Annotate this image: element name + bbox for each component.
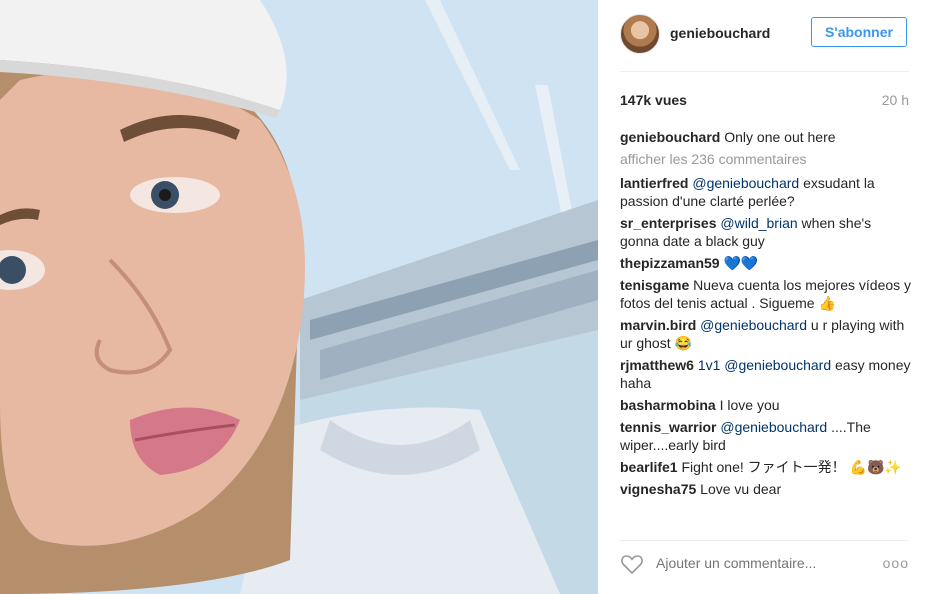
comment-item: basharmobina I love you	[620, 396, 912, 414]
comment-item: sr_enterprises @wild_brian when she's go…	[620, 214, 912, 250]
comment-username[interactable]: lantierfred	[620, 175, 688, 191]
more-options-icon[interactable]: ooo	[883, 555, 909, 571]
video-frame	[0, 0, 598, 594]
caption: geniebouchard Only one out here	[620, 128, 912, 146]
load-more-comments-link[interactable]: afficher les 236 commentaires	[620, 150, 912, 168]
comment-item: lantierfred @geniebouchard exsudant la p…	[620, 174, 912, 210]
comment-item: rjmatthew6 1v1 @geniebouchard easy money…	[620, 356, 912, 392]
post-details-panel: geniebouchard S'abonner 147k vues 20 h g…	[598, 0, 933, 594]
comment-username[interactable]: marvin.bird	[620, 317, 696, 333]
comment-item: thepizzaman59 💙💙	[620, 254, 912, 272]
comment-username[interactable]: thepizzaman59	[620, 255, 720, 271]
comment-username[interactable]: tennis_warrior	[620, 419, 716, 435]
comment-username[interactable]: bearlife1	[620, 459, 678, 475]
comment-mention[interactable]: @geniebouchard	[692, 175, 799, 191]
comment-item: bearlife1 Fight one! ファイト一発！ 💪🐻✨	[620, 458, 912, 476]
comment-text: I love you	[719, 397, 780, 413]
comment-mention[interactable]: @geniebouchard	[700, 317, 807, 333]
caption-username[interactable]: geniebouchard	[620, 129, 720, 145]
post-video[interactable]	[0, 0, 598, 594]
comment-text: Fight one! ファイト一発！ 💪🐻✨	[681, 459, 902, 475]
comment-item: tennis_warrior @geniebouchard ....The wi…	[620, 418, 912, 454]
comment-username[interactable]: tenisgame	[620, 277, 689, 293]
comment-item: tenisgame Nueva cuenta los mejores vídeo…	[620, 276, 912, 312]
comment-mention[interactable]: @wild_brian	[720, 215, 797, 231]
comment-footer: ooo	[620, 540, 909, 585]
add-comment-input[interactable]	[656, 553, 856, 573]
post-time[interactable]: 20 h	[882, 92, 909, 108]
view-count: 147k vues	[620, 92, 687, 108]
caption-text: Only one out here	[724, 129, 836, 145]
comments-list: geniebouchard Only one out here afficher…	[620, 128, 912, 528]
follow-button[interactable]: S'abonner	[811, 17, 907, 47]
comment-text: 💙💙	[723, 255, 759, 271]
comment-mention[interactable]: @geniebouchard	[720, 419, 827, 435]
comment-item: marvin.bird @geniebouchard u r playing w…	[620, 316, 912, 352]
avatar[interactable]	[620, 14, 660, 54]
comment-username[interactable]: sr_enterprises	[620, 215, 717, 231]
comment-item: vignesha75 Love vu dear	[620, 480, 912, 498]
comment-mention[interactable]: 1v1 @geniebouchard	[698, 357, 831, 373]
comment-text: Love vu dear	[700, 481, 782, 497]
comment-username[interactable]: basharmobina	[620, 397, 716, 413]
post-stats: 147k vues 20 h	[620, 92, 909, 110]
post-header: geniebouchard S'abonner	[598, 0, 933, 70]
heart-icon[interactable]	[620, 553, 644, 575]
comment-username[interactable]: rjmatthew6	[620, 357, 694, 373]
post-username[interactable]: geniebouchard	[670, 25, 770, 41]
header-divider	[620, 71, 909, 72]
comment-username[interactable]: vignesha75	[620, 481, 696, 497]
